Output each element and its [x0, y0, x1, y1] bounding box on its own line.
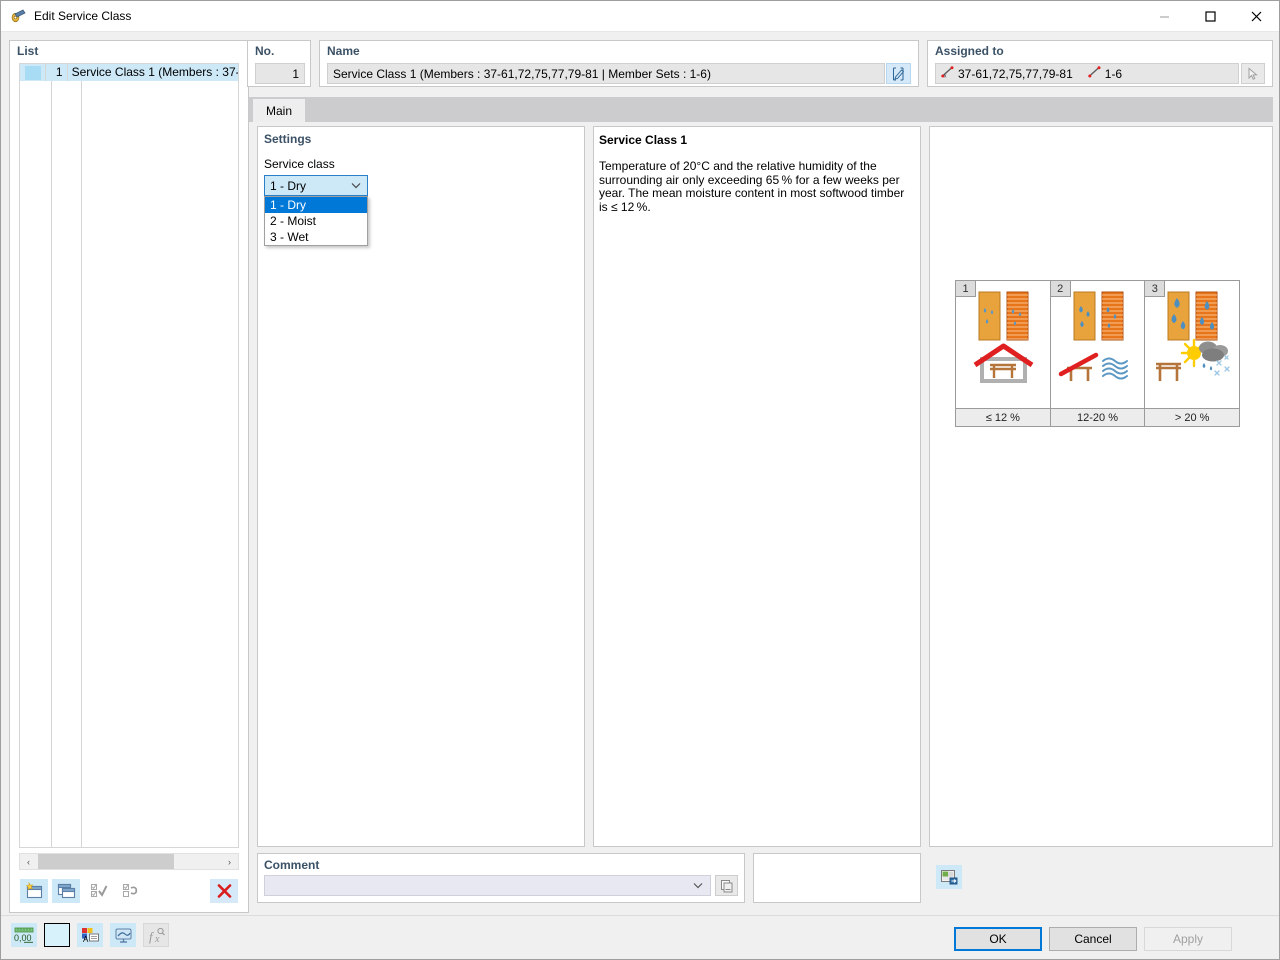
number-label: No. [255, 44, 275, 58]
svg-text:A: A [83, 935, 89, 944]
comment-label: Comment [264, 858, 320, 872]
dropdown-option-moist[interactable]: 2 - Moist [265, 213, 367, 229]
illustration-column-2: 2 12-20 % [1050, 281, 1146, 426]
list-horizontal-scrollbar[interactable]: ‹ › [19, 853, 239, 870]
close-button[interactable] [1233, 1, 1279, 32]
list-item-color-swatch [25, 65, 42, 80]
svg-text:0,00: 0,00 [14, 933, 32, 943]
member-set-line-icon [1088, 66, 1101, 81]
name-label: Name [327, 44, 360, 58]
comment-panel: Comment [257, 853, 745, 903]
comment-list-icon[interactable] [715, 875, 738, 896]
illustration-footer-2: 12-20 % [1050, 408, 1145, 426]
monitor-icon[interactable] [110, 923, 136, 947]
settings-panel: Settings Service class 1 - Dry 1 - Dry 2… [257, 126, 585, 847]
description-text: Temperature of 20°C and the relative hum… [599, 159, 905, 214]
dropdown-option-wet[interactable]: 3 - Wet [265, 229, 367, 245]
list-column-divider-2 [81, 81, 82, 847]
illustration-column-1: 1 ≤ 12 % [956, 281, 1051, 426]
tab-strip: Main [249, 97, 1273, 122]
assigned-member-sets: 1-6 [1088, 66, 1122, 81]
list-header-label: List [17, 44, 39, 58]
service-class-dropdown-list[interactable]: 1 - Dry 2 - Moist 3 - Wet [264, 196, 368, 246]
bottom-toolbar: 0,00 A f x [11, 923, 169, 947]
apply-button: Apply [1144, 927, 1232, 951]
decimal-0-00-icon[interactable]: 0,00 [11, 923, 37, 947]
window-controls [1141, 1, 1279, 32]
rename-pencil-icon[interactable] [886, 63, 911, 84]
scrollbar-thumb[interactable] [38, 854, 174, 869]
assigned-to-label: Assigned to [935, 44, 1004, 58]
service-class-combobox-value: 1 - Dry [270, 178, 306, 193]
edit-service-class-window: Edit Service Class List 1 Service Class … [0, 0, 1280, 960]
color-box-icon[interactable] [44, 923, 70, 947]
cancel-button[interactable]: Cancel [1049, 927, 1137, 951]
number-panel: No. 1 [247, 40, 311, 87]
ok-button[interactable]: OK [954, 927, 1042, 951]
chevron-down-icon [693, 881, 703, 891]
window-title: Edit Service Class [34, 9, 132, 23]
comment-extra-panel [753, 853, 921, 903]
new-item-button[interactable] [20, 879, 48, 903]
service-class-label: Service class [264, 157, 335, 171]
scroll-right-icon[interactable]: › [221, 854, 238, 869]
assigned-to-field[interactable]: x 37-61,72,75,77,79-81 1-6 [935, 63, 1239, 84]
image-panel: 1 ≤ 12 % 2 12-20 % 3 > 20 % [929, 126, 1273, 847]
minimize-button[interactable] [1141, 1, 1187, 32]
assigned-to-panel: Assigned to x 37-61,72,75,77,79-81 1-6 [927, 40, 1273, 87]
service-class-icon [10, 8, 26, 24]
name-panel: Name Service Class 1 (Members : 37-61,72… [319, 40, 919, 87]
label-a-icon[interactable]: A [77, 923, 103, 947]
service-class-illustration: 1 ≤ 12 % 2 12-20 % 3 > 20 % [955, 280, 1240, 427]
assigned-members: x 37-61,72,75,77,79-81 [941, 66, 1073, 81]
dropdown-option-dry[interactable]: 1 - Dry [265, 197, 367, 213]
svg-text:x: x [944, 74, 947, 79]
list-column-divider-1 [51, 81, 52, 847]
bottom-bar: 0,00 A f x OK Cancel Apply [1, 915, 1279, 959]
picture-export-icon[interactable] [936, 865, 962, 889]
illustration-scene-3: 3 [1145, 281, 1239, 408]
settings-group-label: Settings [264, 132, 312, 146]
copy-item-button[interactable] [52, 879, 80, 903]
illustration-footer-3: > 20 % [1145, 408, 1240, 426]
member-line-icon: x [941, 66, 954, 81]
assigned-members-text: 37-61,72,75,77,79-81 [958, 66, 1073, 81]
svg-text:x: x [154, 934, 160, 944]
illustration-column-3: 3 > 20 % [1145, 281, 1240, 426]
illustration-scene-2: 2 [1050, 281, 1145, 408]
illustration-footer-1: ≤ 12 % [956, 408, 1050, 426]
maximize-button[interactable] [1187, 1, 1233, 32]
service-class-combobox[interactable]: 1 - Dry [264, 175, 368, 196]
list-panel: List 1 Service Class 1 (Members : 37-61,… [9, 40, 249, 913]
comment-combobox[interactable] [264, 875, 711, 896]
delete-item-button[interactable] [210, 879, 238, 903]
pick-cursor-icon [1241, 63, 1265, 84]
select-all-button [84, 879, 112, 903]
image-tool-panel [929, 853, 1273, 903]
description-title: Service Class 1 [599, 133, 688, 147]
list-item-label: Service Class 1 (Members : 37-61,72,75 [66, 64, 238, 81]
description-panel: Service Class 1 Temperature of 20°C and … [593, 126, 921, 847]
illustration-scene-1: 1 [956, 281, 1050, 408]
list-item-number: 1 [45, 64, 66, 81]
fx-icon: f x [143, 923, 169, 947]
chevron-down-icon [351, 181, 361, 191]
name-field[interactable]: Service Class 1 (Members : 37-61,72,75,7… [327, 63, 885, 84]
title-bar: Edit Service Class [1, 1, 1279, 32]
list-toolbar [20, 878, 238, 904]
list-table[interactable]: 1 Service Class 1 (Members : 37-61,72,75 [19, 63, 239, 848]
tab-main[interactable]: Main [253, 99, 306, 122]
list-item[interactable]: 1 Service Class 1 (Members : 37-61,72,75 [20, 64, 238, 81]
invert-selection-button [116, 879, 144, 903]
scroll-left-icon[interactable]: ‹ [20, 854, 37, 869]
number-field[interactable]: 1 [255, 63, 305, 84]
assigned-member-sets-text: 1-6 [1104, 66, 1123, 81]
